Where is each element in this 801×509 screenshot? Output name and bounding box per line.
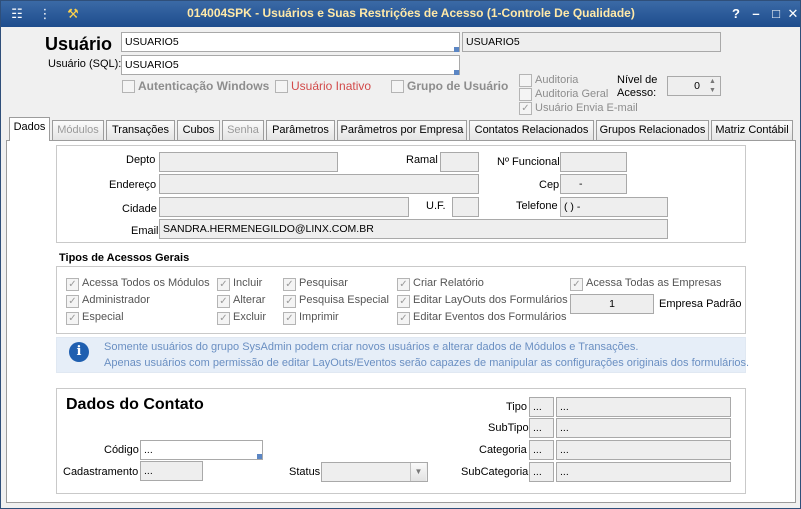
tab-grupos-relacionados[interactable]: Grupos Relacionados [596, 120, 709, 140]
nivel-acesso-label: Nível de Acesso: [617, 74, 658, 99]
envia-email-label: Usuário Envia E-mail [535, 102, 638, 114]
usuario-inativo-checkbox[interactable] [275, 80, 288, 93]
cep-label: Cep [539, 179, 560, 191]
autenticacao-windows-checkbox[interactable] [122, 80, 135, 93]
close-button[interactable]: ✕ [784, 5, 801, 23]
usuario-sql-label: Usuário (SQL): [48, 58, 122, 70]
lookup-corner-icon [454, 70, 459, 75]
cadastramento-label: Cadastramento [63, 466, 139, 478]
categoria-desc-field[interactable]: ... [556, 440, 731, 460]
title-bar: ☷ ⋮ ⚒ 014004SPK - Usuários e Suas Restri… [1, 1, 800, 27]
info-line-1: Somente usuários do grupo SysAdmin podem… [104, 341, 639, 353]
usuario-name-field[interactable]: USUARIO5 [462, 32, 721, 52]
lookup-corner-icon [454, 47, 459, 52]
envia-email-checkbox[interactable]: ✓ [519, 102, 532, 115]
auditoria-geral-checkbox[interactable] [519, 88, 532, 101]
chevron-down-icon[interactable]: ▼ [410, 463, 426, 481]
depto-label: Depto [126, 154, 156, 166]
info-icon: i [69, 342, 89, 362]
subtipo-desc-field[interactable]: ... [556, 418, 731, 438]
minimize-button[interactable]: – [747, 5, 765, 23]
subcategoria-label: SubCategoria [461, 466, 529, 478]
spin-down-icon[interactable]: ▼ [705, 86, 720, 95]
tipo-code-field[interactable]: ... [529, 397, 554, 417]
traffic-light-icon[interactable]: ⋮ [37, 6, 53, 22]
cidade-label: Cidade [122, 203, 157, 215]
categoria-label: Categoria [479, 444, 527, 456]
autenticacao-windows-label: Autenticação Windows [138, 79, 270, 93]
status-label: Status [289, 466, 321, 478]
tab-parametros-por-empresa[interactable]: Parâmetros por Empresa [337, 120, 467, 140]
application-window: ☷ ⋮ ⚒ 014004SPK - Usuários e Suas Restri… [0, 0, 801, 509]
info-line-2: Apenas usuários com permissão de editar … [104, 357, 750, 369]
auditoria-checkbox[interactable] [519, 74, 532, 87]
email-label: Email [131, 225, 159, 237]
spin-up-icon[interactable]: ▲ [705, 77, 720, 86]
codigo-label: Código [104, 444, 139, 456]
usuario-sql-input[interactable]: USUARIO5 [121, 55, 460, 75]
grupo-usuario-label: Grupo de Usuário [407, 79, 509, 93]
window-title: 014004SPK - Usuários e Suas Restrições d… [187, 6, 635, 20]
usuario-input[interactable]: USUARIO5 [121, 32, 460, 52]
subcategoria-code-field[interactable]: ... [529, 462, 554, 482]
usuario-heading: Usuário [45, 34, 113, 54]
empresa-padrao-field[interactable]: 1 [570, 294, 654, 314]
codigo-input[interactable]: ... [140, 440, 263, 460]
tab-modulos[interactable]: Módulos [52, 120, 104, 140]
telefone-field[interactable]: ( ) - [560, 197, 668, 217]
n-funcional-field[interactable] [560, 152, 627, 172]
cidade-field[interactable] [159, 197, 409, 217]
contato-title: Dados do Contato [66, 396, 204, 413]
tab-cubos[interactable]: Cubos [177, 120, 220, 140]
wrench-icon[interactable]: ⚒ [65, 6, 81, 22]
help-button[interactable]: ? [727, 5, 745, 23]
tipo-label: Tipo [506, 401, 527, 413]
maximize-button[interactable]: □ [767, 5, 785, 23]
tipo-desc-field[interactable]: ... [556, 397, 731, 417]
lookup-corner-icon [257, 454, 262, 459]
uf-label: U.F. [426, 200, 446, 212]
tab-matriz-contabil[interactable]: Matriz Contábil [711, 120, 793, 140]
subtipo-code-field[interactable]: ... [529, 418, 554, 438]
tab-transacoes[interactable]: Transações [106, 120, 175, 140]
depto-field[interactable] [159, 152, 338, 172]
empresa-padrao-label: Empresa Padrão [659, 298, 742, 310]
tab-contatos-relacionados[interactable]: Contatos Relacionados [469, 120, 594, 140]
tab-senha[interactable]: Senha [222, 120, 264, 140]
menu-icon[interactable]: ☷ [9, 6, 25, 22]
tab-parametros[interactable]: Parâmetros [266, 120, 335, 140]
ramal-field[interactable] [440, 152, 479, 172]
ramal-label: Ramal [406, 154, 438, 166]
cadastramento-field[interactable]: ... [140, 461, 203, 481]
subcategoria-desc-field[interactable]: ... [556, 462, 731, 482]
usuario-inativo-label: Usuário Inativo [291, 79, 372, 93]
tab-dados[interactable]: Dados [9, 117, 50, 141]
email-field[interactable]: SANDRA.HERMENEGILDO@LINX.COM.BR [159, 219, 668, 239]
subtipo-label: SubTipo [488, 422, 529, 434]
endereco-label: Endereço [109, 179, 157, 191]
categoria-code-field[interactable]: ... [529, 440, 554, 460]
auditoria-geral-label: Auditoria Geral [535, 88, 609, 100]
grupo-usuario-checkbox[interactable] [391, 80, 404, 93]
endereco-field[interactable] [159, 174, 479, 194]
acessos-title: Tipos de Acessos Gerais [59, 252, 190, 264]
telefone-label: Telefone [516, 200, 558, 212]
cep-field[interactable]: - [560, 174, 627, 194]
uf-field[interactable] [452, 197, 479, 217]
auditoria-label: Auditoria [535, 74, 579, 86]
n-funcional-label: Nº Funcional [497, 156, 560, 168]
